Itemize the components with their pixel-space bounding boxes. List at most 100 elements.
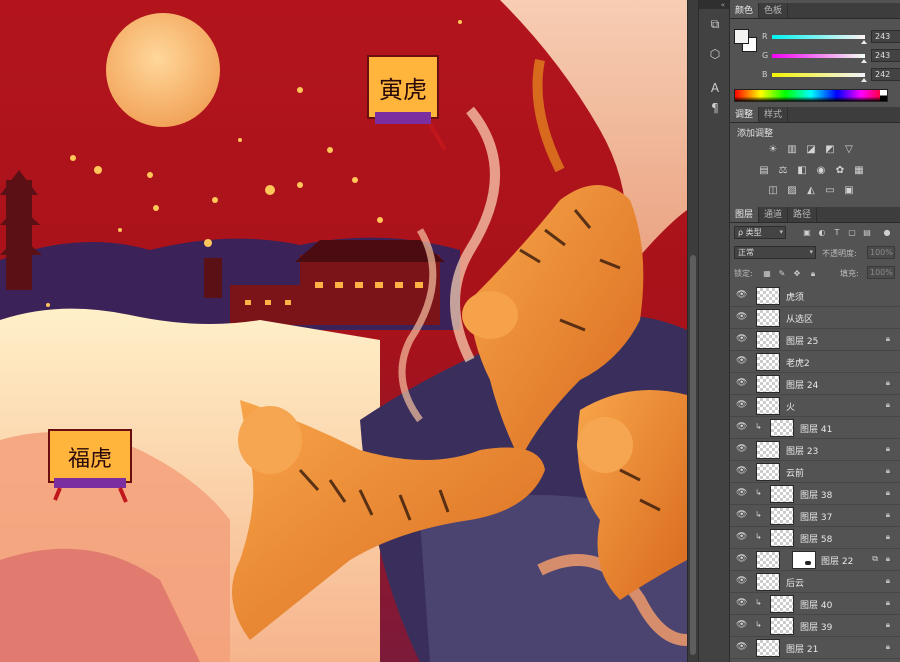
visibility-eye-icon[interactable]: 👁︎ bbox=[736, 334, 747, 345]
visibility-eye-icon[interactable]: 👁︎ bbox=[736, 532, 747, 543]
layer-name[interactable]: 后云 bbox=[786, 576, 804, 589]
hue-saturation-icon[interactable]: ▤ bbox=[758, 165, 770, 177]
photo-filter-icon[interactable]: ◉ bbox=[815, 165, 827, 177]
visibility-eye-icon[interactable]: 👁︎ bbox=[736, 620, 747, 631]
layer-name[interactable]: 图层 21 bbox=[786, 642, 818, 655]
blue-slider-track[interactable] bbox=[772, 73, 865, 77]
blend-mode-select[interactable]: 正常 bbox=[734, 246, 816, 259]
visibility-eye-icon[interactable]: 👁︎ bbox=[736, 488, 747, 499]
tab-swatches[interactable]: 色板 bbox=[759, 3, 789, 18]
collapse-panels-button[interactable]: « bbox=[699, 0, 729, 9]
layer-row[interactable]: 👁︎ 老虎2 bbox=[730, 351, 900, 373]
canvas-vertical-scrollbar[interactable] bbox=[687, 0, 698, 662]
layer-name[interactable]: 图层 24 bbox=[786, 378, 818, 391]
pixel-filter-icon[interactable]: ▣ bbox=[802, 228, 812, 238]
visibility-eye-icon[interactable]: 👁︎ bbox=[736, 576, 747, 587]
layer-row[interactable]: 👁︎ 火 🔒︎ bbox=[730, 395, 900, 417]
layer-name[interactable]: 图层 40 bbox=[800, 598, 832, 611]
layer-name[interactable]: 图层 58 bbox=[800, 532, 832, 545]
character-icon[interactable]: A bbox=[707, 80, 723, 96]
layer-mask-thumbnail[interactable] bbox=[792, 551, 816, 569]
layer-thumbnail[interactable] bbox=[770, 595, 794, 613]
lock-all-icon[interactable]: 🔒︎ bbox=[808, 269, 818, 279]
layer-row[interactable]: 👁︎ ↳ 图层 58 🔒︎ bbox=[730, 527, 900, 549]
foreground-color-swatch[interactable] bbox=[734, 29, 749, 44]
layer-name[interactable]: 图层 22 bbox=[821, 554, 853, 567]
layer-name[interactable]: 图层 25 bbox=[786, 334, 818, 347]
3d-icon[interactable]: ⬡ bbox=[707, 46, 723, 62]
threshold-icon[interactable]: ◭ bbox=[805, 185, 817, 197]
layer-thumbnail[interactable] bbox=[756, 397, 780, 415]
layer-row[interactable]: 👁︎ 图层 24 🔒︎ bbox=[730, 373, 900, 395]
layer-thumbnail[interactable] bbox=[756, 551, 780, 569]
red-slider-track[interactable] bbox=[772, 35, 865, 39]
visibility-eye-icon[interactable]: 👁︎ bbox=[736, 422, 747, 433]
visibility-eye-icon[interactable]: 👁︎ bbox=[736, 356, 747, 367]
gradient-map-icon[interactable]: ▭ bbox=[824, 185, 836, 197]
layer-thumbnail[interactable] bbox=[756, 309, 780, 327]
scrollbar-thumb[interactable] bbox=[690, 255, 696, 655]
opacity-input[interactable]: 100% bbox=[867, 246, 895, 259]
red-slider-knob[interactable] bbox=[861, 40, 867, 44]
layer-thumbnail[interactable] bbox=[770, 485, 794, 503]
layer-row[interactable]: 👁︎ ↳ 图层 37 🔒︎ bbox=[730, 505, 900, 527]
lock-pixels-icon[interactable]: ✎ bbox=[777, 269, 787, 279]
layer-thumbnail[interactable] bbox=[756, 573, 780, 591]
layer-thumbnail[interactable] bbox=[756, 353, 780, 371]
vibrance-icon[interactable]: ▽ bbox=[843, 144, 855, 156]
blue-value-input[interactable]: 242 bbox=[871, 68, 900, 81]
tab-channels[interactable]: 通道 bbox=[759, 207, 789, 222]
posterize-icon[interactable]: ▨ bbox=[786, 185, 798, 197]
tab-adjustments[interactable]: 调整 bbox=[730, 107, 760, 122]
visibility-eye-icon[interactable]: 👁︎ bbox=[736, 312, 747, 323]
red-value-input[interactable]: 243 bbox=[871, 30, 900, 43]
layer-name[interactable]: 火 bbox=[786, 400, 795, 413]
visibility-eye-icon[interactable]: 👁︎ bbox=[736, 378, 747, 389]
invert-icon[interactable]: ◫ bbox=[767, 185, 779, 197]
color-balance-icon[interactable]: ⚖ bbox=[777, 165, 789, 177]
type-filter-icon[interactable]: T bbox=[832, 228, 842, 238]
layer-thumbnail[interactable] bbox=[756, 331, 780, 349]
layer-row[interactable]: 👁︎ ↳ 图层 39 🔒︎ bbox=[730, 615, 900, 637]
layer-name[interactable]: 虎须 bbox=[786, 290, 804, 303]
color-lookup-icon[interactable]: ▦ bbox=[853, 165, 865, 177]
visibility-eye-icon[interactable]: 👁︎ bbox=[736, 554, 747, 565]
visibility-eye-icon[interactable]: 👁︎ bbox=[736, 642, 747, 653]
layer-name[interactable]: 从选区 bbox=[786, 312, 813, 325]
layer-row[interactable]: 👁︎ 图层 23 🔒︎ bbox=[730, 439, 900, 461]
layer-thumbnail[interactable] bbox=[756, 639, 780, 657]
lock-position-icon[interactable]: ✥ bbox=[792, 269, 802, 279]
layer-thumbnail[interactable] bbox=[770, 419, 794, 437]
smart-object-filter-icon[interactable]: ▤ bbox=[862, 228, 872, 238]
layer-row[interactable]: 👁︎ ↳ 图层 40 🔒︎ bbox=[730, 593, 900, 615]
levels-icon[interactable]: ▥ bbox=[786, 144, 798, 156]
green-slider-knob[interactable] bbox=[861, 59, 867, 63]
black-white-icon[interactable]: ◧ bbox=[796, 165, 808, 177]
layer-thumbnail[interactable] bbox=[756, 375, 780, 393]
tab-color[interactable]: 颜色 bbox=[730, 3, 760, 18]
layer-thumbnail[interactable] bbox=[756, 463, 780, 481]
green-slider-track[interactable] bbox=[772, 54, 865, 58]
color-spectrum-bar[interactable] bbox=[734, 89, 888, 102]
layer-row[interactable]: 👁︎ 从选区 bbox=[730, 307, 900, 329]
curves-icon[interactable]: ◪ bbox=[805, 144, 817, 156]
layer-row[interactable]: 👁︎ 云前 🔒︎ bbox=[730, 461, 900, 483]
layer-thumbnail[interactable] bbox=[770, 507, 794, 525]
layer-thumbnail[interactable] bbox=[756, 287, 780, 305]
brightness-contrast-icon[interactable]: ☀ bbox=[767, 144, 779, 156]
visibility-eye-icon[interactable]: 👁︎ bbox=[736, 444, 747, 455]
blue-slider-knob[interactable] bbox=[861, 78, 867, 82]
visibility-eye-icon[interactable]: 👁︎ bbox=[736, 400, 747, 411]
layer-row[interactable]: 👁︎ 后云 🔒︎ bbox=[730, 571, 900, 593]
layer-row[interactable]: 👁︎ 虎须 bbox=[730, 285, 900, 307]
layer-row[interactable]: 👁︎ ↳ 图层 41 bbox=[730, 417, 900, 439]
layer-row[interactable]: 👁︎ ↳ 图层 38 🔒︎ bbox=[730, 483, 900, 505]
layer-row[interactable]: 👁︎ 图层 25 🔒︎ bbox=[730, 329, 900, 351]
tab-layers[interactable]: 图层 bbox=[730, 207, 760, 222]
layer-name[interactable]: 图层 41 bbox=[800, 422, 832, 435]
adjustment-filter-icon[interactable]: ◐ bbox=[817, 228, 827, 238]
layer-name[interactable]: 老虎2 bbox=[786, 356, 810, 369]
visibility-eye-icon[interactable]: 👁︎ bbox=[736, 510, 747, 521]
layer-name[interactable]: 图层 38 bbox=[800, 488, 832, 501]
visibility-eye-icon[interactable]: 👁︎ bbox=[736, 466, 747, 477]
